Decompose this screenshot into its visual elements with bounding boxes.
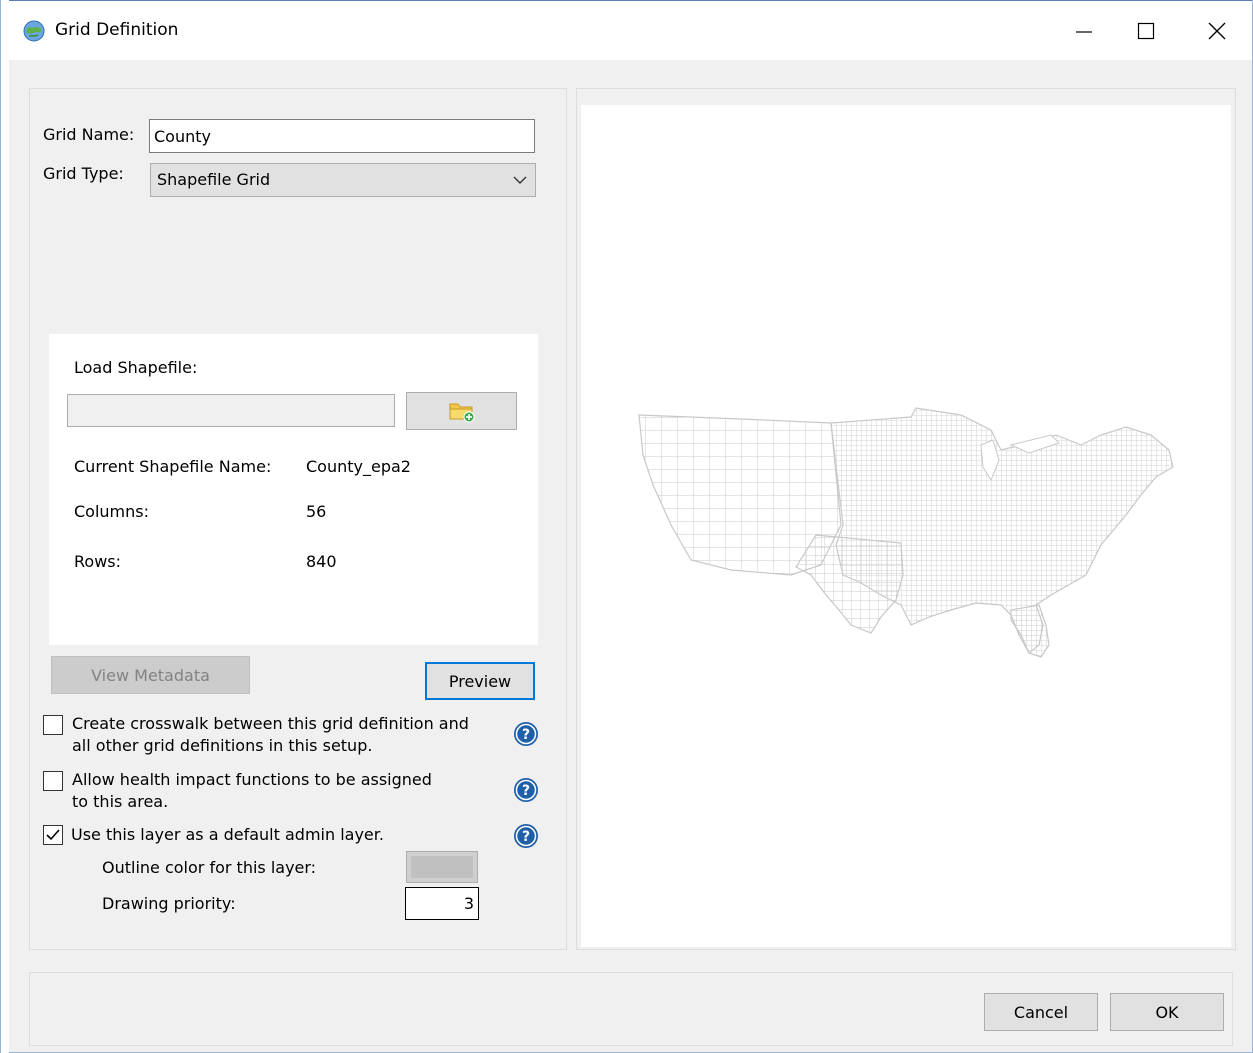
drawing-priority-input[interactable] <box>405 887 479 920</box>
grid-definition-window: Grid Definition Grid Name: Grid Type: Sh… <box>0 0 1253 1053</box>
load-shapefile-label: Load Shapefile: <box>74 358 198 377</box>
columns-label: Columns: <box>74 502 149 521</box>
minimize-icon <box>1076 31 1092 33</box>
outline-color-fill <box>411 856 473 878</box>
hif-checkbox[interactable] <box>43 771 63 791</box>
browse-shapefile-button[interactable] <box>406 392 517 430</box>
outline-color-label: Outline color for this layer: <box>102 858 317 877</box>
drawing-priority-label: Drawing priority: <box>102 894 236 913</box>
grid-type-value: Shapefile Grid <box>157 170 271 189</box>
close-button[interactable] <box>1187 11 1247 51</box>
outline-color-swatch[interactable] <box>406 851 478 883</box>
help-icon[interactable]: ? <box>513 777 539 803</box>
grid-type-label: Grid Type: <box>43 164 124 183</box>
folder-add-icon <box>449 403 474 423</box>
crosswalk-label-line1: Create crosswalk between this grid defin… <box>72 714 469 733</box>
county-map <box>638 407 1174 658</box>
hif-label-line1: Allow health impact functions to be assi… <box>72 770 432 789</box>
chevron-down-icon <box>513 176 527 184</box>
maximize-button[interactable] <box>1116 11 1176 51</box>
globe-icon <box>23 20 45 42</box>
rows-value: 840 <box>306 552 337 571</box>
close-icon <box>1208 22 1226 40</box>
map-canvas[interactable] <box>581 105 1231 947</box>
svg-text:?: ? <box>522 829 530 845</box>
view-metadata-button[interactable]: View Metadata <box>51 656 250 694</box>
help-icon[interactable]: ? <box>513 721 539 747</box>
grid-type-select[interactable]: Shapefile Grid <box>150 163 536 197</box>
checkmark-icon <box>46 829 60 841</box>
crosswalk-label-line2: all other grid definitions in this setup… <box>72 736 373 755</box>
admin-layer-label: Use this layer as a default admin layer. <box>71 825 384 844</box>
maximize-icon <box>1137 22 1155 40</box>
title-bar[interactable]: Grid Definition <box>9 0 1252 60</box>
crosswalk-checkbox[interactable] <box>43 715 63 735</box>
grid-name-input[interactable] <box>149 119 535 153</box>
admin-layer-checkbox[interactable] <box>43 825 63 845</box>
shapefile-box: Load Shapefile: Current Shapefile Name: … <box>49 334 538 645</box>
columns-value: 56 <box>306 502 327 521</box>
current-shapefile-name-label: Current Shapefile Name: <box>74 457 272 476</box>
svg-text:?: ? <box>522 783 530 799</box>
svg-text:?: ? <box>522 727 530 743</box>
ok-button[interactable]: OK <box>1110 993 1224 1031</box>
window-edge <box>1 0 9 1053</box>
hif-label-line2: to this area. <box>72 792 169 811</box>
rows-label: Rows: <box>74 552 121 571</box>
dialog-button-bar: Cancel OK <box>29 972 1233 1046</box>
preview-button[interactable]: Preview <box>425 662 535 700</box>
help-icon[interactable]: ? <box>513 823 539 849</box>
window-title: Grid Definition <box>55 20 179 40</box>
grid-settings-panel: Grid Name: Grid Type: Shapefile Grid Loa… <box>29 88 567 950</box>
cancel-button[interactable]: Cancel <box>984 993 1098 1031</box>
shapefile-path-input[interactable] <box>67 394 395 427</box>
current-shapefile-name-value: County_epa2 <box>306 457 411 476</box>
map-preview-panel <box>576 88 1236 950</box>
grid-name-label: Grid Name: <box>43 125 135 144</box>
minimize-button[interactable] <box>1054 11 1114 51</box>
